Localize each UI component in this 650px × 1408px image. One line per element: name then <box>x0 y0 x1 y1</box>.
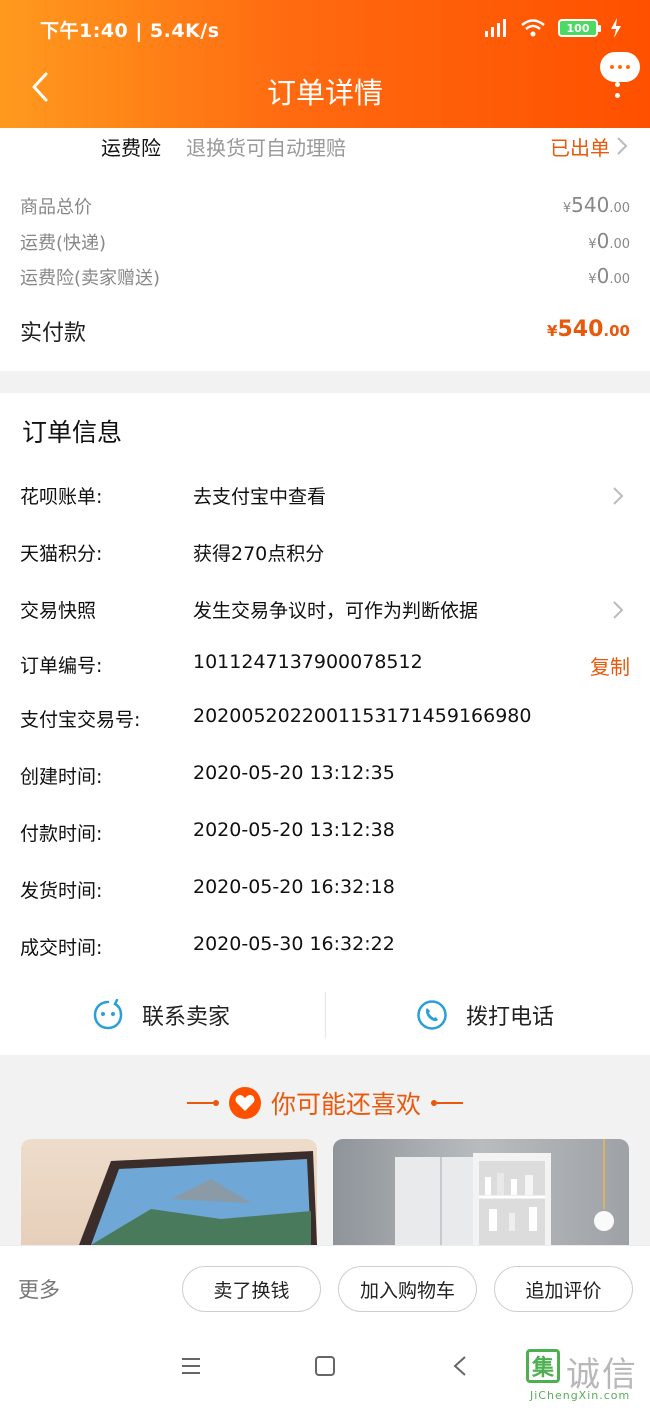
signal-icon <box>485 19 506 37</box>
info-row-completed: 成交时间: 2020-05-30 16:32:22 <box>20 933 630 965</box>
info-row-created: 创建时间: 2020-05-20 13:12:35 <box>20 762 630 794</box>
add-to-cart-button[interactable]: 加入购物车 <box>338 1266 477 1312</box>
info-label: 交易快照 <box>20 600 97 622</box>
info-label: 订单编号: <box>20 655 103 677</box>
chat-face-icon <box>93 999 123 1030</box>
info-label: 发货时间: <box>20 880 103 902</box>
insurance-desc: 退换货可自动理赔 <box>186 136 346 160</box>
home-square-icon[interactable] <box>314 1355 336 1377</box>
info-value: 2020-05-20 13:12:38 <box>193 819 395 841</box>
order-info-title: 订单信息 <box>22 418 123 447</box>
wifi-icon <box>521 19 545 37</box>
message-bubble-icon <box>600 52 640 82</box>
monitor-product-image <box>79 1151 317 1245</box>
contact-bar: 联系卖家 拨打电话 <box>0 990 650 1040</box>
price-label: 商品总价 <box>20 197 92 218</box>
call-phone-button[interactable]: 拨打电话 <box>416 990 554 1040</box>
info-value: 2020-05-30 16:32:22 <box>193 933 395 955</box>
title-ornament <box>431 1100 463 1106</box>
price-value: ¥0.00 <box>588 229 630 253</box>
insurance-status: 已出单 <box>550 136 610 160</box>
chevron-right-icon <box>613 487 624 505</box>
contact-seller-button[interactable]: 联系卖家 <box>92 990 230 1040</box>
info-label: 花呗账单: <box>20 486 103 508</box>
recommend-title: 你可能还喜欢 <box>0 1085 650 1121</box>
charging-icon <box>611 18 621 38</box>
system-nav-bar: 集 诚信 JiChengXin.com <box>0 1331 650 1408</box>
info-value: 2020-05-20 16:32:18 <box>193 876 395 898</box>
insurance-label: 运费险 <box>101 136 161 160</box>
total-paid-row: 实付款 ¥540.00 <box>20 315 630 349</box>
info-row-order-number: 订单编号: 1011247137900078512 复制 <box>20 651 630 683</box>
info-value: 1011247137900078512 <box>193 651 423 673</box>
price-row-shipping: 运费(快递) ¥0.00 <box>20 229 630 259</box>
info-value: 2020-05-20 13:12:35 <box>193 762 395 784</box>
more-menu-button[interactable] <box>600 52 640 104</box>
price-row-goods: 商品总价 ¥540.00 <box>20 193 630 223</box>
product-card-monitor[interactable] <box>21 1139 317 1245</box>
section-divider <box>0 371 650 393</box>
more-dots-icon <box>615 82 620 98</box>
chevron-right-icon <box>613 601 624 619</box>
total-label: 实付款 <box>20 321 87 346</box>
info-value: 去支付宝中查看 <box>193 486 327 508</box>
info-label: 天猫积分: <box>20 543 103 565</box>
info-label: 成交时间: <box>20 937 103 959</box>
page-title: 订单详情 <box>266 76 383 110</box>
contact-seller-label: 联系卖家 <box>142 1005 231 1030</box>
info-value: 发生交易争议时，可作为判断依据 <box>193 600 479 622</box>
divider <box>325 992 326 1038</box>
info-row-snapshot[interactable]: 交易快照 发生交易争议时，可作为判断依据 <box>20 596 630 628</box>
price-value: ¥540.00 <box>562 193 630 217</box>
chevron-right-icon <box>617 137 628 155</box>
menu-icon[interactable] <box>180 1355 202 1377</box>
copy-button[interactable]: 复制 <box>590 651 630 680</box>
watermark-logo: 集 诚信 JiChengXin.com <box>526 1347 646 1403</box>
battery-icon: 100 <box>558 19 601 37</box>
product-card-cabinet[interactable] <box>333 1139 629 1245</box>
total-value: ¥540.00 <box>547 317 630 342</box>
price-label: 运费险(卖家赠送) <box>20 268 161 289</box>
info-row-points: 天猫积分: 获得270点积分 <box>20 539 630 571</box>
recommend-section: 你可能还喜欢 <box>0 1055 650 1245</box>
title-ornament <box>186 1100 219 1106</box>
info-row-paid: 付款时间: 2020-05-20 13:12:38 <box>20 819 630 851</box>
heart-icon <box>228 1087 261 1119</box>
info-row-alipay-trade: 支付宝交易号: 2020052022001153171459166980 <box>20 705 630 737</box>
info-value: 获得270点积分 <box>193 543 325 565</box>
more-button[interactable]: 更多 <box>18 1274 60 1304</box>
call-phone-label: 拨打电话 <box>466 1005 555 1030</box>
price-value: ¥0.00 <box>588 264 630 288</box>
info-value: 2020052022001153171459166980 <box>193 705 532 727</box>
info-row-shipped: 发货时间: 2020-05-20 16:32:18 <box>20 876 630 908</box>
status-bar-text: 下午1:40 | 5.4K/s <box>40 20 220 42</box>
header-bar: 下午1:40 | 5.4K/s 100 订单详情 <box>0 0 650 128</box>
add-review-button[interactable]: 追加评价 <box>494 1266 633 1312</box>
info-label: 创建时间: <box>20 766 103 788</box>
info-row-huabei[interactable]: 花呗账单: 去支付宝中查看 <box>20 482 630 514</box>
cabinet-product-image <box>395 1139 614 1245</box>
bottom-action-bar: 更多 卖了换钱 加入购物车 追加评价 <box>0 1245 650 1331</box>
info-label: 支付宝交易号: <box>20 709 141 731</box>
price-label: 运费(快递) <box>20 233 107 254</box>
sell-button[interactable]: 卖了换钱 <box>182 1266 321 1312</box>
status-icons: 100 <box>484 18 622 38</box>
price-row-insurance: 运费险(卖家赠送) ¥0.00 <box>20 264 630 294</box>
recommend-title-text: 你可能还喜欢 <box>270 1090 421 1119</box>
shipping-insurance-row[interactable]: 运费险 退换货可自动理赔 已出单 <box>0 128 650 166</box>
info-label: 付款时间: <box>20 823 103 845</box>
phone-icon <box>417 1000 447 1030</box>
back-triangle-icon[interactable] <box>452 1355 468 1377</box>
